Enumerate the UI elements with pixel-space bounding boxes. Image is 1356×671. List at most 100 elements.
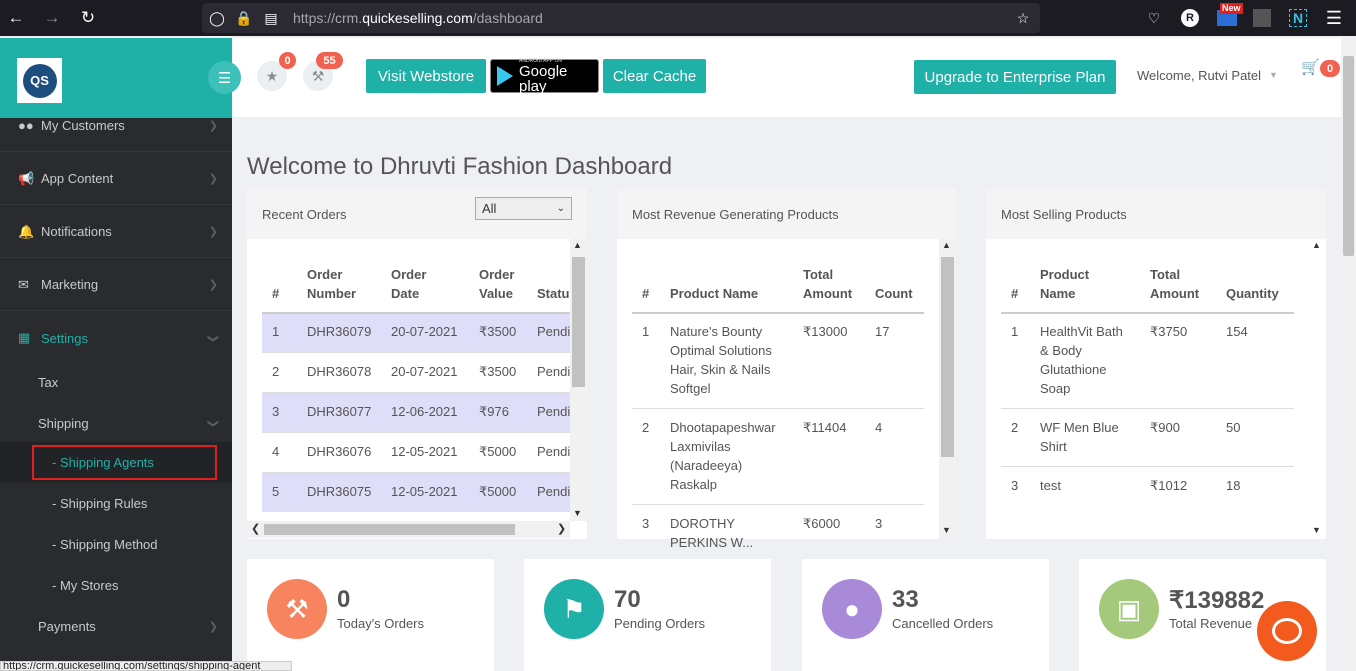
sidebar-sub-tax[interactable]: Tax xyxy=(0,362,232,403)
table-cell: Pendi xyxy=(537,444,571,459)
extension-n-icon[interactable]: N xyxy=(1289,9,1307,27)
sidebar-item-settings[interactable]: ▦ Settings ❯ xyxy=(0,312,232,364)
table-cell: WF Men Blue Shirt xyxy=(1040,420,1119,454)
sidebar-sub-my-stores[interactable]: - My Stores xyxy=(0,565,232,606)
table-cell: Nature's Bounty Optimal Solutions Hair, … xyxy=(670,324,772,396)
sidebar-sub-shipping-agents[interactable]: - Shipping Agents xyxy=(0,442,232,483)
clear-cache-button[interactable]: Clear Cache xyxy=(603,59,706,93)
extension-grid-icon[interactable] xyxy=(1253,9,1271,27)
pocket-icon[interactable]: ♡ xyxy=(1145,9,1163,27)
browser-toolbar: ← → ↻ ◯ 🔒 ▤ https://crm.quickeselling.co… xyxy=(0,0,1356,36)
table-cell: DHR36075 xyxy=(307,484,372,499)
forward-icon[interactable]: → xyxy=(41,7,63,29)
table-cell: ₹3750 xyxy=(1150,324,1188,339)
user-menu[interactable]: Welcome, Rutvi Patel ▼ xyxy=(1137,63,1278,87)
table-cell: ₹900 xyxy=(1150,420,1180,435)
scroll-down-icon[interactable]: ▼ xyxy=(573,508,582,518)
table-cell: ₹13000 xyxy=(803,324,848,339)
stat-card-pending-orders[interactable]: ⚑ 70 Pending Orders xyxy=(524,559,771,671)
scroll-thumb[interactable] xyxy=(572,257,585,387)
revenue-products-panel: Most Revenue Generating Products # Produ… xyxy=(617,189,956,550)
welcome-text: Welcome, Rutvi Patel xyxy=(1137,67,1262,83)
lock-icon[interactable]: 🔒 xyxy=(235,9,253,27)
scroll-down-icon[interactable]: ▼ xyxy=(942,525,951,535)
back-icon[interactable]: ← xyxy=(5,7,27,29)
stat-label: Cancelled Orders xyxy=(892,616,994,631)
gplay-label: Google play xyxy=(519,62,568,95)
sidebar-sub-payments[interactable]: Payments ❯ xyxy=(0,606,232,647)
table-cell: 12-05-2021 xyxy=(391,444,458,459)
table-cell: 154 xyxy=(1226,324,1248,339)
chevron-right-icon: ❯ xyxy=(208,279,218,291)
cart-icon[interactable]: 🛒 xyxy=(1301,58,1320,76)
vertical-scrollbar[interactable] xyxy=(570,239,587,521)
page-title: Welcome to Dhruvti Fashion Dashboard xyxy=(247,153,673,180)
panel-header: Recent Orders All ⌄ xyxy=(247,189,587,239)
google-play-button[interactable]: ANDROID APP ON Google play xyxy=(490,58,599,95)
table-cell: ₹5000 xyxy=(479,444,517,459)
url-bar[interactable]: ◯ 🔒 ▤ https://crm.quickeselling.com/dash… xyxy=(202,3,1040,33)
hamburger-menu-icon[interactable]: ☰ xyxy=(208,61,241,94)
horizontal-scrollbar[interactable]: ❮ ❯ xyxy=(247,521,570,538)
chevron-right-icon: ❯ xyxy=(208,173,218,185)
sidebar-item-app-content[interactable]: 📢 App Content ❯ xyxy=(0,153,232,205)
chevron-right-icon: ❯ xyxy=(208,621,218,633)
upgrade-plan-button[interactable]: Upgrade to Enterprise Plan xyxy=(914,60,1116,94)
sidebar-sub-shipping-method[interactable]: - Shipping Method xyxy=(0,524,232,565)
sidebar-item-notifications[interactable]: 🔔 Notifications ❯ xyxy=(0,206,232,258)
vertical-scrollbar[interactable] xyxy=(939,239,956,539)
chat-widget-button[interactable] xyxy=(1257,601,1317,661)
stat-card-todays-orders[interactable]: ⚒ 0 Today's Orders xyxy=(247,559,494,671)
visit-webstore-button[interactable]: Visit Webstore xyxy=(366,59,486,93)
scroll-down-icon[interactable]: ▼ xyxy=(1312,525,1321,535)
col-header-total-amount: Total Amount xyxy=(803,267,853,301)
tag-icon: ⚑ xyxy=(544,579,604,639)
scroll-up-icon[interactable]: ▲ xyxy=(573,240,582,250)
scroll-thumb[interactable] xyxy=(1343,56,1354,256)
table-cell: DHR36077 xyxy=(307,404,372,419)
table-cell: ₹3500 xyxy=(479,364,517,379)
order-filter-select[interactable]: All ⌄ xyxy=(475,197,572,220)
scroll-left-icon[interactable]: ❮ xyxy=(251,522,260,535)
sidebar-item-label: My Customers xyxy=(41,118,125,133)
bookmark-star-icon[interactable]: ☆ xyxy=(1014,9,1032,27)
table-cell: 3 xyxy=(875,516,883,531)
col-header-order-date: Order Date xyxy=(391,267,427,301)
col-header-index: # xyxy=(272,286,280,301)
stat-label: Pending Orders xyxy=(614,616,706,631)
table-cell: ₹11404 xyxy=(803,420,847,435)
table-cell: ₹5000 xyxy=(479,484,517,499)
user-icon: ● xyxy=(822,579,882,639)
scroll-thumb[interactable] xyxy=(941,257,954,457)
page-scrollbar[interactable] xyxy=(1341,38,1356,671)
status-url: https://crm.quickeselling.com/settings/s… xyxy=(0,661,292,671)
scroll-right-icon[interactable]: ❯ xyxy=(557,522,566,535)
col-header-total-amount: Total Amount xyxy=(1150,267,1200,301)
table-cell: 5 xyxy=(272,484,280,499)
table-cell: HealthVit Bath & Body Glutathione Soap xyxy=(1040,324,1123,396)
sidebar-item-my-customers[interactable]: ●● My Customers ❯ xyxy=(0,100,232,152)
profile-icon[interactable]: R xyxy=(1181,9,1199,27)
table-cell: ₹6000 xyxy=(803,516,841,531)
sidebar-sub-shipping[interactable]: Shipping ❯ xyxy=(0,403,232,444)
logo[interactable]: QS xyxy=(17,58,62,103)
table-cell: 12-05-2021 xyxy=(391,484,458,499)
page-info-icon[interactable]: ▤ xyxy=(262,9,280,27)
scroll-up-icon[interactable]: ▲ xyxy=(942,240,951,250)
filter-value: All xyxy=(482,201,497,216)
shield-icon[interactable]: ◯ xyxy=(208,9,226,27)
table-cell: Pendi xyxy=(537,324,571,339)
chevron-down-icon: ❯ xyxy=(206,418,219,429)
stat-value: 0 xyxy=(337,586,351,613)
sidebar-item-marketing[interactable]: ✉ Marketing ❯ xyxy=(0,259,232,311)
table-cell: 4 xyxy=(875,420,883,435)
reload-icon[interactable]: ↻ xyxy=(77,7,99,29)
col-header-index: # xyxy=(1011,286,1019,301)
stat-value: 33 xyxy=(892,586,919,613)
scroll-thumb[interactable] xyxy=(264,524,515,535)
sidebar-sub-shipping-rules[interactable]: - Shipping Rules xyxy=(0,483,232,524)
stat-card-cancelled-orders[interactable]: ● 33 Cancelled Orders xyxy=(802,559,1049,671)
scroll-up-icon[interactable]: ▲ xyxy=(1312,240,1321,250)
menu-icon[interactable]: ☰ xyxy=(1325,8,1343,28)
vertical-scrollbar[interactable] xyxy=(1309,239,1326,539)
